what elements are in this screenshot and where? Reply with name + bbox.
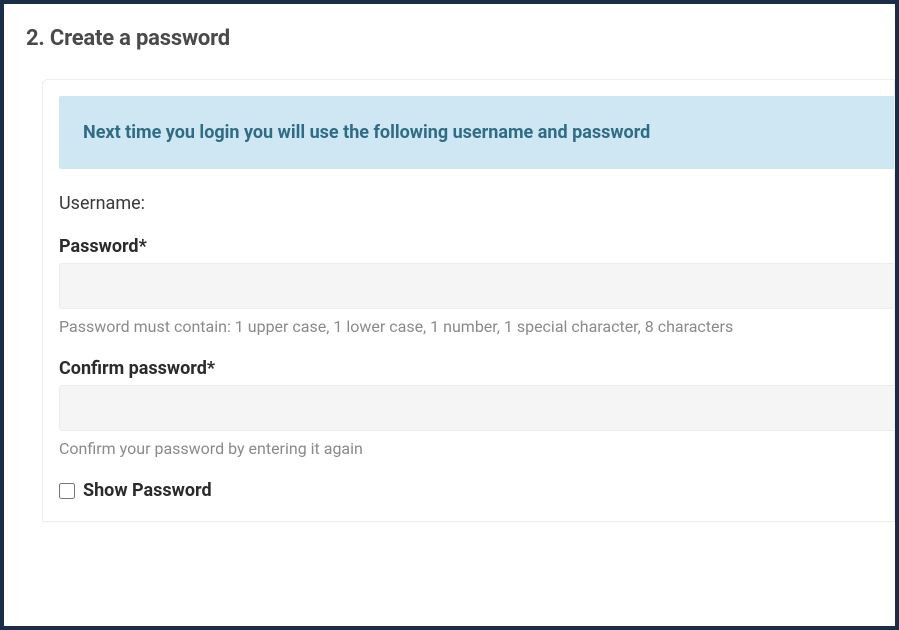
form-area: Username: Password* Password must contai… xyxy=(43,193,894,521)
confirm-password-input[interactable] xyxy=(59,385,894,431)
confirm-password-label: Confirm password* xyxy=(59,358,894,379)
password-label: Password* xyxy=(59,236,894,257)
show-password-checkbox[interactable] xyxy=(59,483,75,499)
username-label: Username: xyxy=(59,193,894,214)
password-input[interactable] xyxy=(59,263,894,309)
show-password-row: Show Password xyxy=(59,480,894,501)
password-hint: Password must contain: 1 upper case, 1 l… xyxy=(59,317,894,336)
show-password-label[interactable]: Show Password xyxy=(83,480,212,501)
form-card: Next time you login you will use the fol… xyxy=(42,79,895,522)
password-form-panel: 2. Create a password Next time you login… xyxy=(0,0,899,630)
section-title: 2. Create a password xyxy=(26,26,895,51)
confirm-password-hint: Confirm your password by entering it aga… xyxy=(59,439,894,458)
info-banner: Next time you login you will use the fol… xyxy=(59,96,894,169)
